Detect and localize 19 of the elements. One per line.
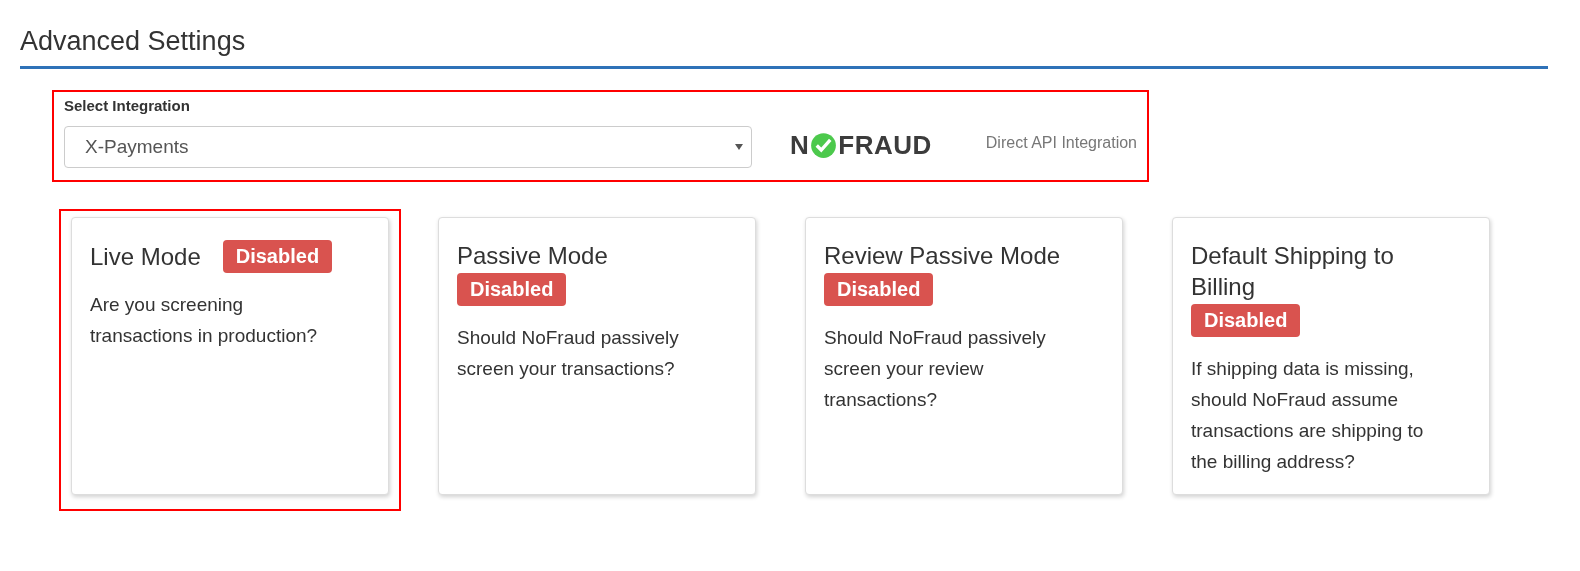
card-description: Should NoFraud passively screen your review transactions? xyxy=(824,326,1047,412)
card-title: Review Passive Mode xyxy=(824,241,1061,271)
check-icon xyxy=(810,131,838,159)
status-badge: Disabled xyxy=(457,273,567,306)
card-description: If shipping data is missing, should NoFraud assume transactions are shipping to the billing address? xyxy=(1191,357,1425,474)
section-title: Advanced Settings xyxy=(20,25,247,58)
card-description: Are you screening transactions in production? xyxy=(90,293,319,348)
card-title: Live Mode xyxy=(90,242,201,272)
status-badge: Disabled xyxy=(222,240,333,273)
status-badge: Disabled xyxy=(1191,304,1301,337)
status-badge: Disabled xyxy=(824,273,934,306)
integration-caption: Direct API Integration xyxy=(985,134,1137,152)
integration-select[interactable]: X-Payments xyxy=(64,126,753,168)
field-label: Select Integration xyxy=(64,96,191,116)
card-description: Should NoFraud passively screen your transactions? xyxy=(457,326,680,381)
logo: N FRAUD xyxy=(790,129,932,161)
card-title: Passive Mode xyxy=(457,241,608,271)
card-title: Default Shipping to Billing xyxy=(1191,241,1395,302)
caret-icon xyxy=(735,144,744,150)
